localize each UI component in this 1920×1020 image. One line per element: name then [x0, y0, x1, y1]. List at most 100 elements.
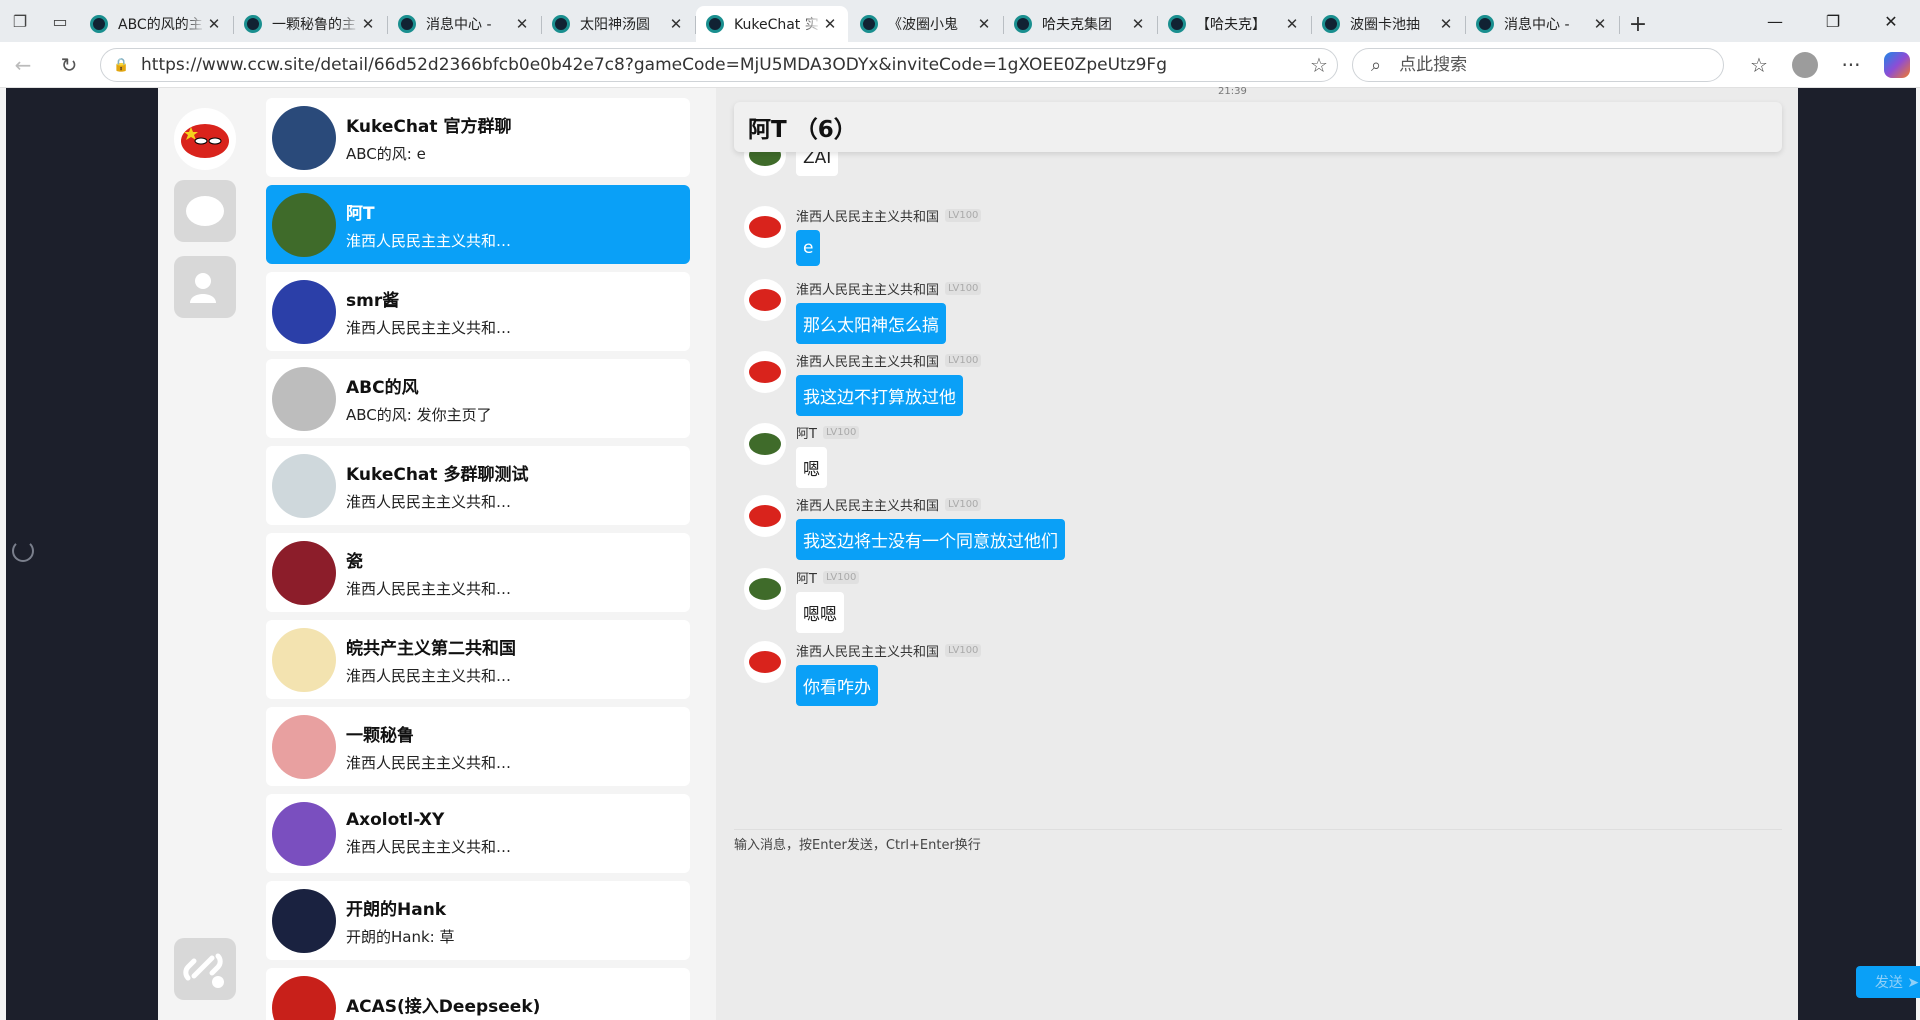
message-sender: 淮西人民民主主义共和国 LV100	[796, 495, 1065, 514]
countryball-avatar-icon	[749, 216, 781, 238]
message-text: 嗯	[796, 447, 827, 488]
browser-tab[interactable]: 《波圈小鬼 ✕	[850, 6, 1004, 42]
message-avatar[interactable]	[744, 206, 786, 248]
message-body: 阿T LV100 嗯嗯	[796, 568, 860, 633]
url-text[interactable]: https://www.ccw.site/detail/66d52d2366bf…	[141, 55, 1301, 75]
site-favicon-icon	[706, 15, 724, 33]
message-avatar[interactable]	[744, 423, 786, 465]
conversation-avatar	[272, 540, 336, 605]
search-box[interactable]: ⌕	[1352, 48, 1724, 82]
close-window-button[interactable]: ✕	[1862, 0, 1920, 42]
close-tab-icon[interactable]: ✕	[1592, 15, 1608, 33]
countryball-avatar-icon	[749, 289, 781, 311]
message-avatar[interactable]	[744, 495, 786, 537]
sender-name: 淮西人民民主主义共和国	[796, 282, 940, 298]
chat-header: 阿T （6）	[734, 102, 1782, 152]
conversation-item[interactable]: KukeChat 多群聊测试 淮西人民民主主义共和…	[266, 446, 690, 525]
conversation-item[interactable]: ABC的风 ABC的风: 发你主页了	[266, 359, 690, 438]
back-button[interactable]: ←	[0, 42, 46, 88]
browser-tab[interactable]: 【哈夫克】 ✕	[1158, 6, 1312, 42]
more-menu-icon[interactable]: ···	[1828, 42, 1874, 88]
sender-name: 淮西人民民主主义共和国	[796, 209, 940, 225]
close-tab-icon[interactable]: ✕	[822, 15, 838, 33]
chat-timestamp: 21:39	[1218, 86, 1247, 97]
conversation-item[interactable]: smr酱 淮西人民民主主义共和…	[266, 272, 690, 351]
close-tab-icon[interactable]: ✕	[1284, 15, 1300, 33]
favorites-icon[interactable]: ☆	[1736, 42, 1782, 88]
browser-tab[interactable]: 波圈卡池抽 ✕	[1312, 6, 1466, 42]
workspaces-icon[interactable]: ❐	[0, 0, 40, 42]
conversation-last-message: 淮西人民民主主义共和…	[346, 318, 512, 337]
message-text: 你看咋办	[796, 665, 878, 706]
copilot-icon[interactable]	[1884, 52, 1910, 78]
contacts-nav-button[interactable]	[174, 256, 236, 318]
browser-tab[interactable]: 消息中心 - ✕	[1466, 6, 1620, 42]
conversation-last-message: 淮西人民民主主义共和…	[346, 579, 512, 598]
conversation-item[interactable]: 开朗的Hank 开朗的Hank: 草	[266, 881, 690, 960]
search-input[interactable]	[1399, 55, 1700, 75]
conversation-avatar	[272, 714, 336, 779]
close-tab-icon[interactable]: ✕	[206, 15, 222, 33]
profile-avatar[interactable]	[1792, 52, 1818, 78]
chat-message: 阿T LV100 嗯嗯	[744, 568, 860, 633]
send-button[interactable]: 发送 ➤	[1856, 966, 1920, 998]
message-list[interactable]: ZAI 淮西人民民主主义共和国 LV100 e 淮西人民民主主义共和国 LV100 那么太阳…	[716, 148, 1798, 828]
message-avatar[interactable]	[744, 641, 786, 683]
message-avatar[interactable]	[744, 148, 786, 176]
minimize-button[interactable]: —	[1746, 0, 1804, 42]
message-input[interactable]	[734, 834, 1782, 974]
conversation-last-message: 淮西人民民主主义共和…	[346, 666, 512, 685]
site-favicon-icon	[398, 15, 416, 33]
chats-nav-button[interactable]	[174, 180, 236, 242]
browser-tab[interactable]: ABC的风的主 ✕	[80, 6, 234, 42]
close-tab-icon[interactable]: ✕	[360, 15, 376, 33]
close-tab-icon[interactable]: ✕	[976, 15, 992, 33]
conversation-item[interactable]: 阿T 淮西人民民主主义共和…	[266, 185, 690, 264]
message-avatar[interactable]	[744, 568, 786, 610]
message-avatar[interactable]	[744, 279, 786, 321]
level-badge: LV100	[822, 425, 860, 439]
tab-title: 消息中心 -	[1504, 17, 1570, 33]
address-bar[interactable]: 🔒 https://www.ccw.site/detail/66d52d2366…	[100, 48, 1338, 82]
browser-tab[interactable]: 哈夫克集团 ✕	[1004, 6, 1158, 42]
conversation-last-message: ABC的风: 发你主页了	[346, 405, 492, 424]
conversation-item[interactable]: KukeChat 官方群聊 ABC的风: e	[266, 98, 690, 177]
close-tab-icon[interactable]: ✕	[1438, 15, 1454, 33]
countryball-avatar-icon	[749, 505, 781, 527]
conversation-text: ABC的风 ABC的风: 发你主页了	[346, 373, 492, 425]
countryball-avatar-icon	[181, 124, 229, 158]
conversation-item[interactable]: ACAS(接入Deepseek)	[266, 968, 690, 1020]
vertical-tabs-icon[interactable]: ▭	[40, 0, 80, 42]
browser-tab[interactable]: 太阳神汤圆 ✕	[542, 6, 696, 42]
message-avatar[interactable]	[744, 351, 786, 393]
close-tab-icon[interactable]: ✕	[668, 15, 684, 33]
conversation-item[interactable]: Axolotl-XY 淮西人民民主主义共和…	[266, 794, 690, 873]
tab-title: 【哈夫克】	[1196, 17, 1266, 33]
favorite-star-icon[interactable]: ☆	[1301, 53, 1337, 77]
message-sender: 淮西人民民主主义共和国 LV100	[796, 641, 982, 660]
countryball-avatar-icon	[749, 578, 781, 600]
conversation-item[interactable]: 瓷淮西人民民主主义共和…	[266, 533, 690, 612]
link-button[interactable]	[174, 938, 236, 1000]
close-tab-icon[interactable]: ✕	[1130, 15, 1146, 33]
restore-button[interactable]: ❐	[1804, 0, 1862, 42]
tab-title: 太阳神汤圆	[580, 17, 650, 33]
countryball-avatar-icon	[749, 433, 781, 455]
close-tab-icon[interactable]: ✕	[514, 15, 530, 33]
chat-message: 淮西人民民主主义共和国 LV100 我这边不打算放过他	[744, 351, 982, 416]
new-tab-button[interactable]: +	[1620, 6, 1656, 42]
browser-tab[interactable]: KukeChat 实 ✕	[696, 6, 848, 42]
browser-tab[interactable]: 一颗秘鲁的主 ✕	[234, 6, 388, 42]
browser-tab[interactable]: 消息中心 - ✕	[388, 6, 542, 42]
toolbar-right: ☆ ···	[1736, 42, 1920, 88]
conversation-text: KukeChat 多群聊测试 淮西人民民主主义共和…	[346, 460, 528, 512]
message-sender: 淮西人民民主主义共和国 LV100	[796, 351, 982, 370]
chat-message: 淮西人民民主主义共和国 LV100 你看咋办	[744, 641, 982, 706]
tab-title: 消息中心 -	[426, 17, 492, 33]
conversation-item[interactable]: 皖共产主义第二共和国 淮西人民民主主义共和…	[266, 620, 690, 699]
conversation-item[interactable]: 一颗秘鲁 淮西人民民主主义共和…	[266, 707, 690, 786]
my-avatar[interactable]	[174, 108, 236, 170]
refresh-button[interactable]: ↻	[46, 42, 92, 88]
conversation-last-message: 开朗的Hank: 草	[346, 927, 455, 946]
site-favicon-icon	[1322, 15, 1340, 33]
